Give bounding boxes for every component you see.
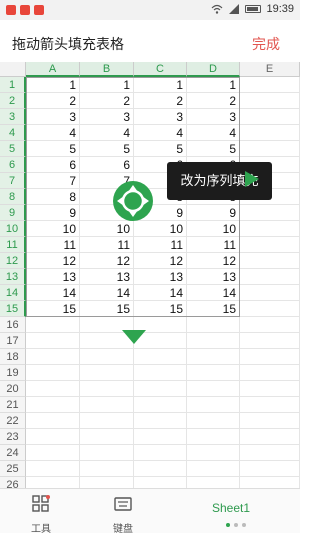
notification-icons — [6, 5, 44, 15]
grid-row-line — [26, 460, 300, 461]
header: 拖动箭头填充表格 完成 — [0, 20, 300, 62]
row-header-5[interactable]: 5 — [0, 141, 26, 157]
grid-row-line — [26, 444, 300, 445]
column-header-c[interactable]: C — [134, 62, 187, 77]
row-header-2[interactable]: 2 — [0, 93, 26, 109]
row-header-13[interactable]: 13 — [0, 269, 26, 285]
row-header-9[interactable]: 9 — [0, 205, 26, 221]
tools-button[interactable]: 工具 — [21, 495, 61, 533]
row-header-24[interactable]: 24 — [0, 445, 26, 461]
grid-row-line — [26, 428, 300, 429]
column-header-e[interactable]: E — [240, 62, 300, 77]
row-header-25[interactable]: 25 — [0, 461, 26, 477]
grid-row-line — [26, 412, 300, 413]
row-header-17[interactable]: 17 — [0, 333, 26, 349]
row-header-3[interactable]: 3 — [0, 109, 26, 125]
row-header-4[interactable]: 4 — [0, 125, 26, 141]
row-header-1[interactable]: 1 — [0, 77, 26, 93]
row-header-6[interactable]: 6 — [0, 157, 26, 173]
keyboard-label: 键盘 — [113, 524, 133, 533]
select-all-corner[interactable] — [0, 62, 26, 77]
row-header-14[interactable]: 14 — [0, 285, 26, 301]
keyboard-button[interactable]: 键盘 — [103, 495, 143, 533]
sheet-tab[interactable]: Sheet1 — [212, 501, 250, 515]
bottom-toolbar: 工具 键盘 Sheet1 — [0, 488, 300, 533]
grid-row-line — [26, 396, 300, 397]
row-header-22[interactable]: 22 — [0, 413, 26, 429]
move-arrows-icon — [117, 185, 149, 217]
grid-row-line — [26, 364, 300, 365]
keyboard-icon — [114, 497, 132, 511]
row-header-16[interactable]: 16 — [0, 317, 26, 333]
fill-right-handle-icon[interactable] — [245, 171, 259, 187]
page-indicator — [226, 523, 246, 527]
grid-column-line — [299, 77, 300, 509]
status-bar: 19:39 — [0, 0, 300, 20]
clock: 19:39 — [266, 3, 294, 15]
wifi-icon — [212, 4, 223, 14]
row-header-18[interactable]: 18 — [0, 349, 26, 365]
row-header-19[interactable]: 19 — [0, 365, 26, 381]
app: 19:39 拖动箭头填充表格 完成 A B C D E 1 2 3 4 5 6 7 8 9 10 11 12 13… — [0, 0, 300, 533]
grid-row-line — [26, 348, 300, 349]
move-handle[interactable] — [113, 181, 153, 221]
signal-icon — [229, 4, 240, 14]
row-header-23[interactable]: 23 — [0, 429, 26, 445]
row-header-20[interactable]: 20 — [0, 381, 26, 397]
row-header-11[interactable]: 11 — [0, 237, 26, 253]
row-header-7[interactable]: 7 — [0, 173, 26, 189]
notification-icon — [20, 5, 30, 15]
notification-icon — [34, 5, 44, 15]
column-header-b[interactable]: B — [80, 62, 134, 77]
row-header-8[interactable]: 8 — [0, 189, 26, 205]
done-button[interactable]: 完成 — [252, 34, 280, 54]
fill-down-handle-icon[interactable] — [122, 330, 146, 344]
page-dot — [226, 523, 230, 527]
grid-row-line — [26, 332, 300, 333]
tools-label: 工具 — [31, 524, 51, 533]
status-right: 19:39 — [211, 3, 294, 15]
row-header-15[interactable]: 15 — [0, 301, 26, 317]
notification-icon — [6, 5, 16, 15]
grid-row-line — [26, 380, 300, 381]
row-header-21[interactable]: 21 — [0, 397, 26, 413]
row-header-10[interactable]: 10 — [0, 221, 26, 237]
battery-icon — [245, 5, 262, 13]
page-title: 拖动箭头填充表格 — [12, 36, 124, 52]
page-dot — [242, 523, 246, 527]
page-dot — [234, 523, 238, 527]
grid-row-line — [26, 476, 300, 477]
column-header-a[interactable]: A — [26, 62, 80, 77]
row-header-12[interactable]: 12 — [0, 253, 26, 269]
tools-grid-icon — [32, 495, 50, 512]
column-header-d[interactable]: D — [187, 62, 240, 77]
